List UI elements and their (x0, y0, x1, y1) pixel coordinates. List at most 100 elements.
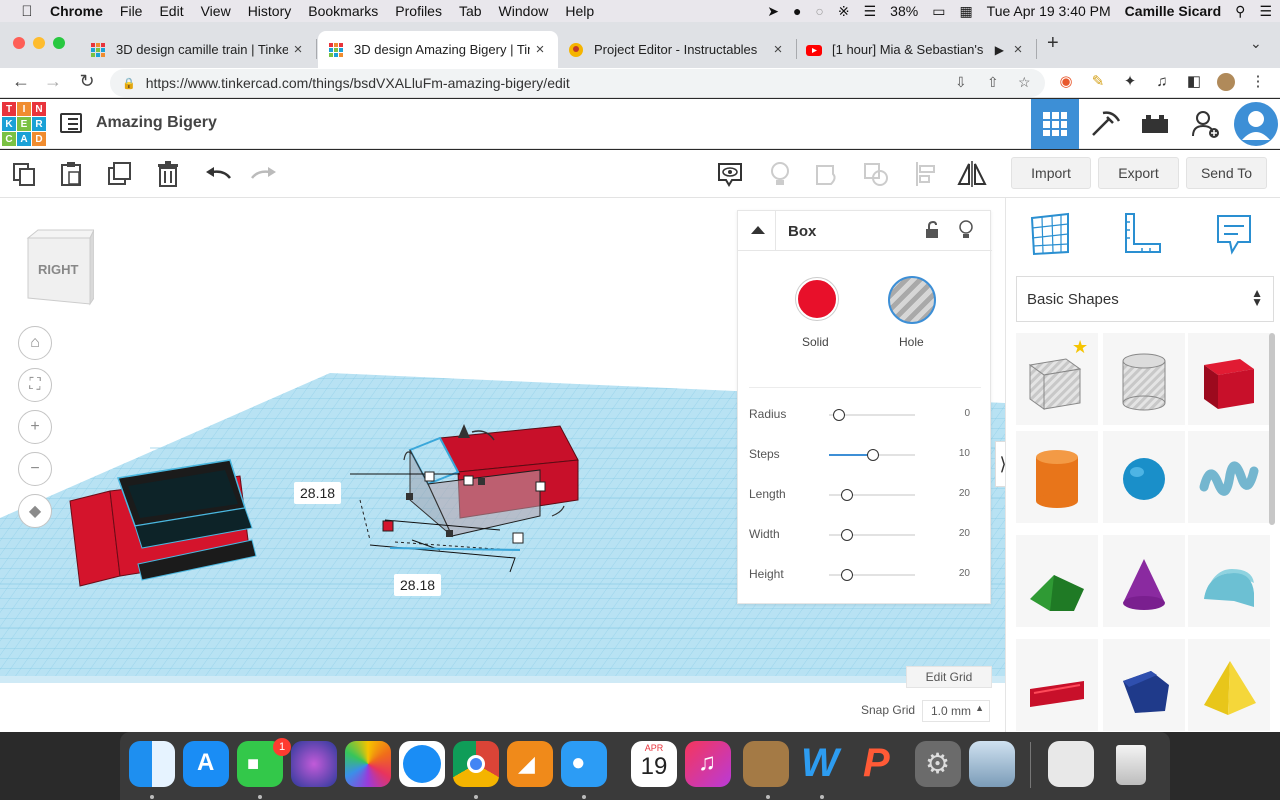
shape-scribble[interactable] (1188, 431, 1270, 523)
tinkercad-logo[interactable]: T I N K E R C A D (2, 102, 46, 146)
tab-search-chevron-icon[interactable]: ⌄ (1250, 35, 1262, 52)
mirror-button[interactable] (956, 158, 988, 190)
window-minimize-button[interactable] (33, 37, 45, 49)
tab-amazing-bigery[interactable]: 3D design Amazing Bigery | Tin × (318, 31, 558, 68)
home-view-button[interactable]: ⌂ (18, 326, 52, 360)
hole-label[interactable]: Hole (899, 335, 924, 349)
notes-toggle-button[interactable] (714, 158, 746, 190)
shape-round-roof[interactable] (1188, 535, 1270, 627)
menu-user-name[interactable]: Camille Sicard (1125, 3, 1222, 19)
paste-button[interactable] (55, 158, 87, 190)
zoom-out-button[interactable]: − (18, 452, 52, 486)
bricks-view-button[interactable] (1131, 99, 1179, 149)
battery-icon[interactable]: ▭ (932, 3, 945, 20)
tab-close-icon[interactable]: × (1008, 41, 1028, 58)
copy-button[interactable] (8, 158, 40, 190)
preview-icon[interactable] (969, 741, 1015, 787)
height-slider-knob[interactable] (841, 569, 853, 581)
lock-icon[interactable] (925, 221, 939, 239)
selected-box-shape[interactable] (340, 420, 600, 600)
extensions-puzzle-icon[interactable]: ✦ (1121, 73, 1139, 91)
siri-icon[interactable] (291, 741, 337, 787)
zoom-in-button[interactable]: + (18, 410, 52, 444)
profile-avatar[interactable] (1217, 73, 1235, 91)
spotlight-search-icon[interactable]: ⚲ (1235, 3, 1245, 20)
shape-cylinder-hole[interactable] (1103, 333, 1185, 425)
tab-close-icon[interactable]: × (768, 41, 788, 58)
window-close-button[interactable] (13, 37, 25, 49)
solid-label[interactable]: Solid (802, 335, 829, 349)
shape-cylinder[interactable] (1016, 431, 1098, 523)
powerpoint-app-icon[interactable]: P (857, 741, 903, 787)
url-text[interactable]: https://www.tinkercad.com/things/bsdVXAL… (146, 75, 570, 91)
menu-file[interactable]: File (120, 3, 143, 19)
trash-icon[interactable] (1108, 741, 1154, 787)
menu-app-name[interactable]: Chrome (50, 3, 103, 19)
shapes-scrollbar[interactable] (1269, 333, 1275, 525)
new-tab-button[interactable]: + (1047, 32, 1059, 55)
calendar-icon[interactable]: APR 19 (631, 741, 677, 787)
shape-box-hole[interactable]: ★ (1016, 333, 1098, 425)
param-value[interactable]: 0 (964, 408, 970, 419)
tab-youtube[interactable]: [1 hour] Mia & Sebastian's ▶ × (796, 31, 1036, 68)
invite-user-button[interactable] (1181, 99, 1229, 149)
width-slider-knob[interactable] (841, 529, 853, 541)
ungroup-button[interactable] (860, 158, 892, 190)
address-bar[interactable]: 🔒 https://www.tinkercad.com/things/bsdVX… (110, 69, 1045, 97)
view-cube[interactable]: RIGHT (24, 226, 95, 306)
steps-slider-knob[interactable] (867, 449, 879, 461)
notes-icon[interactable] (1212, 212, 1256, 256)
lightbulb-icon[interactable] (958, 220, 974, 240)
ruler-icon[interactable] (1120, 212, 1164, 256)
bluetooth-icon[interactable]: ※ (838, 3, 850, 20)
share-icon[interactable]: ⇧ (987, 74, 999, 91)
shape-cone[interactable] (1103, 535, 1185, 627)
side-panel-icon[interactable]: ◧ (1185, 73, 1203, 91)
param-value[interactable]: 20 (959, 568, 970, 579)
send-to-button[interactable]: Send To (1186, 157, 1267, 189)
notebook-icon[interactable] (743, 741, 789, 787)
solid-color-swatch[interactable] (796, 278, 838, 320)
length-slider-knob[interactable] (841, 489, 853, 501)
shape-group-left[interactable] (60, 456, 260, 596)
word-app-icon[interactable]: W (797, 741, 843, 787)
tab-camille-train[interactable]: 3D design camille train | Tinker × (80, 31, 316, 68)
radius-slider-knob[interactable] (833, 409, 845, 421)
design-list-icon[interactable] (60, 113, 82, 133)
design-name[interactable]: Amazing Bigery (96, 114, 217, 132)
import-button[interactable]: Import (1011, 157, 1091, 189)
group-button[interactable] (811, 158, 843, 190)
finder-icon[interactable] (129, 741, 175, 787)
window-zoom-button[interactable] (53, 37, 65, 49)
menu-history[interactable]: History (248, 3, 292, 19)
length-dimension-label[interactable]: 28.18 (394, 574, 442, 596)
shape-sphere[interactable] (1103, 431, 1185, 523)
export-button[interactable]: Export (1098, 157, 1179, 189)
menu-view[interactable]: View (201, 3, 231, 19)
status-app-icon[interactable]: ➤ (767, 3, 779, 20)
undo-button[interactable] (202, 158, 234, 190)
extension-icon[interactable]: ◉ (1057, 73, 1075, 91)
blocks-view-button[interactable] (1081, 99, 1129, 149)
param-value[interactable]: 20 (959, 488, 970, 499)
hole-swatch[interactable] (888, 276, 936, 324)
collapse-caret-icon[interactable] (750, 225, 766, 235)
menu-help[interactable]: Help (565, 3, 594, 19)
forward-button[interactable]: → (42, 71, 64, 92)
apple-menu-icon[interactable]:  (18, 3, 36, 20)
tab-close-icon[interactable]: × (288, 41, 308, 58)
install-app-icon[interactable]: ⇩ (955, 74, 967, 91)
menu-edit[interactable]: Edit (159, 3, 183, 19)
tab-instructables[interactable]: Project Editor - Instructables × (558, 31, 796, 68)
system-preferences-icon[interactable]: ⚙ (915, 741, 961, 787)
bookmark-star-icon[interactable]: ☆ (1018, 74, 1031, 91)
sync-status-icon[interactable]: ○ (815, 3, 823, 19)
shape-category-select[interactable]: Basic Shapes ▲ ▼ (1016, 276, 1274, 322)
shape-text[interactable] (1016, 639, 1098, 731)
chrome-menu-icon[interactable]: ⋮ (1249, 73, 1267, 91)
show-all-button[interactable] (764, 158, 796, 190)
workplane-grid-icon[interactable] (1028, 212, 1072, 256)
shape-box[interactable] (1188, 333, 1270, 425)
user-avatar[interactable] (1232, 99, 1280, 149)
width-dimension-label[interactable]: 28.18 (294, 482, 342, 504)
